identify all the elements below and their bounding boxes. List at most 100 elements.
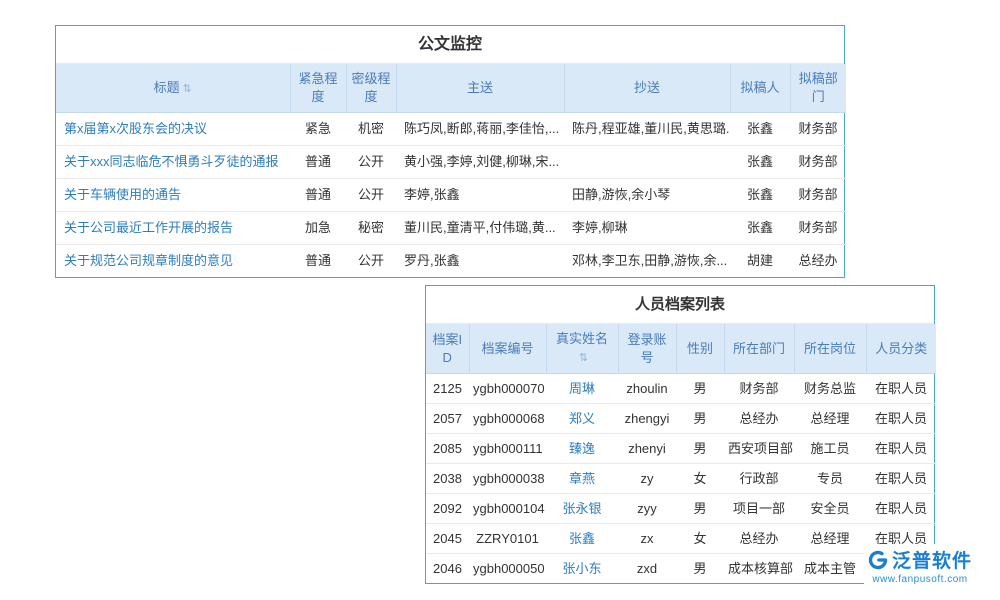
name-cell[interactable]: 周琳 xyxy=(546,374,618,404)
column-header-label: 抄送 xyxy=(634,80,660,95)
table-row[interactable]: 第x届第x次股东会的决议紧急机密陈巧凤,断郎,蒋丽,李佳怡,...陈丹,程亚雄,… xyxy=(56,113,846,146)
column-header-2[interactable]: 档案编号 xyxy=(469,324,546,374)
main-to-cell: 陈巧凤,断郎,蒋丽,李佳怡,... xyxy=(396,113,564,146)
position-cell: 总经理 xyxy=(794,524,866,554)
sort-icon[interactable]: ⇅ xyxy=(183,83,192,95)
column-header-1[interactable]: 标题⇅ xyxy=(56,64,290,113)
gender-cell: 男 xyxy=(676,374,724,404)
column-header-4[interactable]: 主送 xyxy=(396,64,564,113)
column-header-6[interactable]: 所在部门 xyxy=(724,324,794,374)
dept-cell: 财务部 xyxy=(790,146,846,179)
name-cell[interactable]: 郑义 xyxy=(546,404,618,434)
id-cell: 2085 xyxy=(426,434,469,464)
doc-monitor-table: 标题⇅紧急程度密级程度主送抄送拟稿人拟稿部门 第x届第x次股东会的决议紧急机密陈… xyxy=(56,64,846,277)
secrecy-cell: 秘密 xyxy=(346,212,396,245)
column-header-1[interactable]: 档案ID xyxy=(426,324,469,374)
sort-icon[interactable]: ⇅ xyxy=(579,352,588,364)
column-header-3[interactable]: 真实姓名⇅ xyxy=(546,324,618,374)
column-header-7[interactable]: 所在岗位 xyxy=(794,324,866,374)
cc-cell: 陈丹,程亚雄,董川民,黄思璐... xyxy=(564,113,730,146)
dept-cell: 成本核算部 xyxy=(724,554,794,584)
title-cell[interactable]: 关于车辆使用的通告 xyxy=(56,179,290,212)
dept-cell: 财务部 xyxy=(790,212,846,245)
gender-cell: 女 xyxy=(676,464,724,494)
dept-cell: 财务部 xyxy=(724,374,794,404)
name-cell[interactable]: 张鑫 xyxy=(546,524,618,554)
table-row[interactable]: 关于公司最近工作开展的报告加急秘密董川民,童清平,付伟璐,黄...李婷,柳琳张鑫… xyxy=(56,212,846,245)
position-cell: 财务总监 xyxy=(794,374,866,404)
title-cell[interactable]: 关于规范公司规章制度的意见 xyxy=(56,245,290,278)
code-cell: ygbh000111 xyxy=(469,434,546,464)
name-cell[interactable]: 张小东 xyxy=(546,554,618,584)
title-cell[interactable]: 关于公司最近工作开展的报告 xyxy=(56,212,290,245)
main-to-cell: 董川民,童清平,付伟璐,黄... xyxy=(396,212,564,245)
column-header-label: 档案ID xyxy=(432,332,462,365)
table-row[interactable]: 关于规范公司规章制度的意见普通公开罗丹,张鑫邓林,李卫东,田静,游恢,余...胡… xyxy=(56,245,846,278)
category-cell: 在职人员 xyxy=(866,374,936,404)
table-row[interactable]: 2045ZZRY0101张鑫zx女总经办总经理在职人员 xyxy=(426,524,936,554)
cc-cell: 邓林,李卫东,田静,游恢,余... xyxy=(564,245,730,278)
urgency-cell: 普通 xyxy=(290,146,346,179)
secrecy-cell: 公开 xyxy=(346,146,396,179)
cc-cell: 李婷,柳琳 xyxy=(564,212,730,245)
column-header-8[interactable]: 人员分类 xyxy=(866,324,936,374)
title-cell[interactable]: 第x届第x次股东会的决议 xyxy=(56,113,290,146)
name-cell[interactable]: 臻逸 xyxy=(546,434,618,464)
dept-cell: 行政部 xyxy=(724,464,794,494)
drafter-cell: 张鑫 xyxy=(730,179,790,212)
column-header-label: 人员分类 xyxy=(875,341,927,356)
category-cell: 在职人员 xyxy=(866,434,936,464)
column-header-4[interactable]: 登录账号 xyxy=(618,324,676,374)
urgency-cell: 紧急 xyxy=(290,113,346,146)
title-cell[interactable]: 关于xxx同志临危不惧勇斗歹徒的通报 xyxy=(56,146,290,179)
secrecy-cell: 机密 xyxy=(346,113,396,146)
category-cell: 在职人员 xyxy=(866,464,936,494)
account-cell: zx xyxy=(618,524,676,554)
table-row[interactable]: 2038ygbh000038章燕zy女行政部专员在职人员 xyxy=(426,464,936,494)
column-header-3[interactable]: 密级程度 xyxy=(346,64,396,113)
column-header-5[interactable]: 抄送 xyxy=(564,64,730,113)
account-cell: zxd xyxy=(618,554,676,584)
dept-cell: 项目一部 xyxy=(724,494,794,524)
personnel-title: 人员档案列表 xyxy=(426,286,934,324)
name-cell[interactable]: 张永银 xyxy=(546,494,618,524)
account-cell: zy xyxy=(618,464,676,494)
dept-cell: 总经办 xyxy=(724,404,794,434)
doc-monitor-panel: 公文监控 标题⇅紧急程度密级程度主送抄送拟稿人拟稿部门 第x届第x次股东会的决议… xyxy=(55,25,845,278)
table-row[interactable]: 2085ygbh000111臻逸zhenyi男西安项目部施工员在职人员 xyxy=(426,434,936,464)
column-header-5[interactable]: 性别 xyxy=(676,324,724,374)
personnel-table: 档案ID 档案编号真实姓名⇅登录账号性别 所在部门所在岗位人员分类 2125ygbh… xyxy=(426,324,936,583)
table-row[interactable]: 关于xxx同志临危不惧勇斗歹徒的通报普通公开黄小强,李婷,刘健,柳琳,宋...张… xyxy=(56,146,846,179)
table-row[interactable]: 2046ygbh000050张小东zxd男成本核算部成本主管在职人员 xyxy=(426,554,936,584)
gender-cell: 男 xyxy=(676,404,724,434)
column-header-6[interactable]: 拟稿人 xyxy=(730,64,790,113)
table-row[interactable]: 2092ygbh000104张永银zyy男项目一部安全员在职人员 xyxy=(426,494,936,524)
main-to-cell: 罗丹,张鑫 xyxy=(396,245,564,278)
doc-table-body: 第x届第x次股东会的决议紧急机密陈巧凤,断郎,蒋丽,李佳怡,...陈丹,程亚雄,… xyxy=(56,113,846,278)
account-cell: zhenyi xyxy=(618,434,676,464)
column-header-label: 所在部门 xyxy=(733,341,785,356)
drafter-cell: 张鑫 xyxy=(730,212,790,245)
drafter-cell: 张鑫 xyxy=(730,146,790,179)
dept-cell: 财务部 xyxy=(790,113,846,146)
table-row[interactable]: 2057ygbh000068郑义zhengyi男总经办总经理在职人员 xyxy=(426,404,936,434)
table-row[interactable]: 2125ygbh000070周琳zhoulin男财务部财务总监在职人员 xyxy=(426,374,936,404)
urgency-cell: 普通 xyxy=(290,245,346,278)
personnel-table-body: 2125ygbh000070周琳zhoulin男财务部财务总监在职人员2057y… xyxy=(426,374,936,584)
urgency-cell: 加急 xyxy=(290,212,346,245)
column-header-7[interactable]: 拟稿部门 xyxy=(790,64,846,113)
category-cell: 在职人员 xyxy=(866,404,936,434)
doc-header-row: 标题⇅紧急程度密级程度 主送 抄送 拟稿人拟稿部门 xyxy=(56,64,846,113)
table-row[interactable]: 关于车辆使用的通告普通公开李婷,张鑫田静,游恢,余小琴张鑫财务部 xyxy=(56,179,846,212)
column-header-label: 主送 xyxy=(467,80,493,95)
column-header-label: 性别 xyxy=(687,341,713,356)
position-cell: 安全员 xyxy=(794,494,866,524)
position-cell: 成本主管 xyxy=(794,554,866,584)
position-cell: 施工员 xyxy=(794,434,866,464)
name-cell[interactable]: 章燕 xyxy=(546,464,618,494)
column-header-label: 档案编号 xyxy=(481,341,533,356)
code-cell: ygbh000104 xyxy=(469,494,546,524)
column-header-2[interactable]: 紧急程度 xyxy=(290,64,346,113)
dept-cell: 西安项目部 xyxy=(724,434,794,464)
gender-cell: 男 xyxy=(676,434,724,464)
